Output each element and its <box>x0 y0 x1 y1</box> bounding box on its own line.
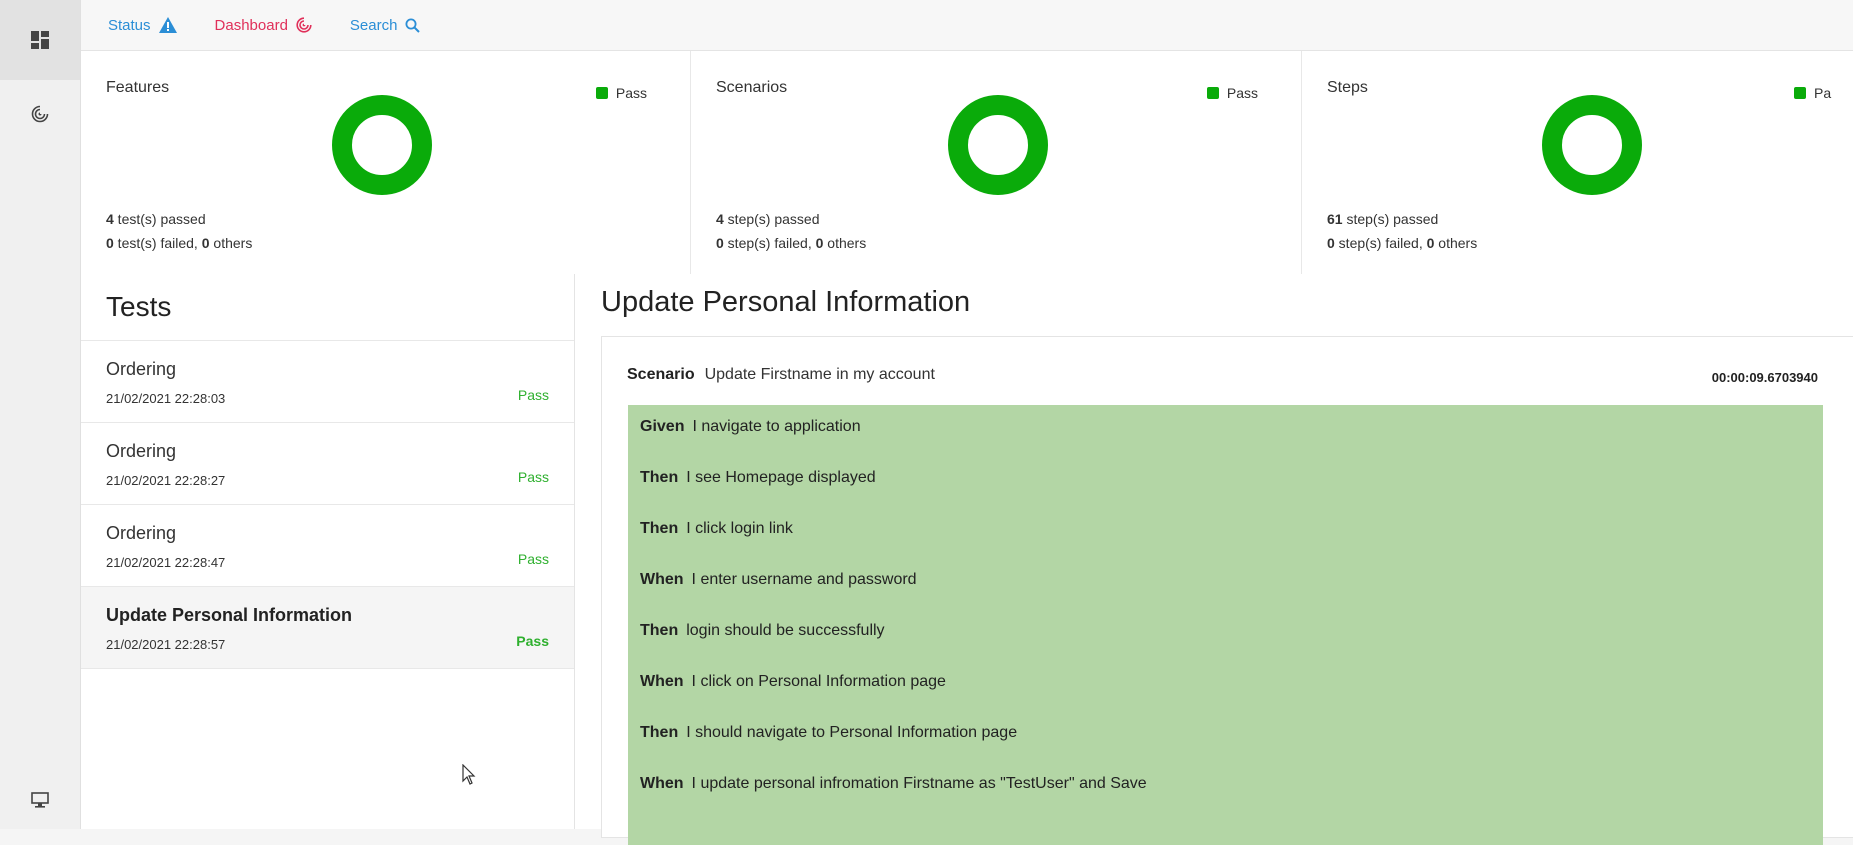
step-text: I enter username and password <box>691 571 917 588</box>
scenarios-donut-chart <box>948 95 1048 195</box>
test-date: 21/02/2021 22:28:47 <box>106 555 226 570</box>
card-legend: Pa <box>1794 85 1831 101</box>
step-text: login should be successfully <box>686 622 885 639</box>
passed-stat: 4 step(s) passed <box>716 211 820 227</box>
dashboard-grid-icon <box>31 31 49 49</box>
legend-label: Pass <box>615 85 647 101</box>
test-list-item[interactable]: Ordering 21/02/2021 22:28:27 Pass <box>81 423 574 505</box>
card-legend: Pass <box>595 85 647 101</box>
sidebar-dashboard-view-button[interactable] <box>0 0 80 80</box>
step-keyword: Then <box>640 724 679 741</box>
scenario-name: Update Firstname in my account <box>704 366 935 383</box>
test-list-item[interactable]: Ordering 21/02/2021 22:28:47 Pass <box>81 505 574 587</box>
mouse-cursor-icon <box>462 764 476 785</box>
tests-panel: Tests Ordering 21/02/2021 22:28:03 Pass … <box>81 274 575 829</box>
failed-stat: 0 step(s) failed, 0 others <box>716 235 867 251</box>
top-navigation: Status Dashboard Search <box>81 0 1853 51</box>
donut-pass-segment <box>948 95 1048 195</box>
step-keyword: Then <box>640 469 679 486</box>
card-legend: Pass <box>1206 85 1258 101</box>
test-date: 21/02/2021 22:28:27 <box>106 473 226 488</box>
test-name: Ordering <box>106 523 177 543</box>
step-row: Then login should be successfully <box>640 622 885 640</box>
step-keyword: Then <box>640 622 679 639</box>
sidebar <box>0 0 81 829</box>
donut-pass-segment <box>332 95 432 195</box>
test-name: Update Personal Information <box>106 605 353 625</box>
legend-swatch <box>1206 87 1219 99</box>
scenario-header: Scenario Update Firstname in my account <box>627 366 935 384</box>
test-date: 21/02/2021 22:28:57 <box>106 637 226 652</box>
steps-card: Steps Pa 61 step(s) passed 0 step(s) fai… <box>1302 51 1853 274</box>
test-status: Pass <box>516 633 549 649</box>
nav-dashboard-label: Dashboard <box>214 16 288 34</box>
summary-cards: Features Pass 4 test(s) passed 0 test(s)… <box>81 51 1853 275</box>
step-text: I should navigate to Personal Informatio… <box>686 724 1018 741</box>
legend-swatch <box>595 87 608 99</box>
scenarios-card: Scenarios Pass 4 step(s) passed 0 step(s… <box>691 51 1302 274</box>
step-text: I update personal infromation Firstname … <box>691 775 1147 792</box>
test-status: Pass <box>517 551 549 567</box>
step-keyword: Given <box>640 418 685 435</box>
test-name: Ordering <box>106 441 177 461</box>
warning-icon <box>158 17 177 33</box>
test-date: 21/02/2021 22:28:03 <box>106 391 226 406</box>
test-name: Ordering <box>106 359 177 379</box>
tests-heading: Tests <box>81 274 574 341</box>
passed-stat: 61 step(s) passed <box>1327 211 1439 227</box>
donut-pass-segment <box>1542 95 1642 195</box>
step-keyword: Then <box>640 520 679 537</box>
nav-status-label: Status <box>108 16 151 34</box>
search-icon <box>405 18 421 33</box>
step-text: I click login link <box>686 520 793 537</box>
step-keyword: When <box>640 571 684 588</box>
step-row: When I update personal infromation Firstn… <box>640 775 1147 793</box>
test-status: Pass <box>517 469 549 485</box>
sidebar-monitor-button[interactable] <box>0 770 80 830</box>
scenario-steps: Given I navigate to application Then I see… <box>628 405 1823 845</box>
scenario-card: Scenario Update Firstname in my account 0… <box>601 336 1853 845</box>
features-card: Features Pass 4 test(s) passed 0 test(s)… <box>81 51 691 274</box>
step-row: Then I see Homepage displayed <box>640 469 876 487</box>
radar-icon <box>296 17 312 33</box>
step-keyword: When <box>640 673 684 690</box>
card-title: Steps <box>1327 79 1368 96</box>
step-row: Then I click login link <box>640 520 793 538</box>
monitor-icon <box>31 792 49 808</box>
step-text: I click on Personal Information page <box>691 673 946 690</box>
test-status: Pass <box>517 387 549 403</box>
step-row: When I click on Personal Information page <box>640 673 946 691</box>
legend-swatch <box>1794 87 1806 99</box>
sidebar-charts-button[interactable] <box>0 74 80 154</box>
test-list-item-selected[interactable]: Update Personal Information 21/02/2021 2… <box>81 587 574 669</box>
nav-search-link[interactable]: Search <box>350 17 421 34</box>
step-keyword: When <box>640 775 684 792</box>
test-detail-title: Update Personal Information <box>601 286 971 318</box>
scenario-duration: 00:00:09.6703940 <box>1711 370 1818 385</box>
passed-stat: 4 test(s) passed <box>106 211 206 227</box>
step-text: I see Homepage displayed <box>686 469 876 486</box>
nav-search-label: Search <box>349 16 398 34</box>
radar-icon <box>31 105 49 123</box>
nav-dashboard-link[interactable]: Dashboard <box>215 17 312 34</box>
step-row: Given I navigate to application <box>640 418 861 436</box>
step-row: Then I should navigate to Personal Inform… <box>640 724 1017 742</box>
step-text: I navigate to application <box>692 418 861 435</box>
features-donut-chart <box>332 95 432 195</box>
test-detail-panel: Update Personal Information Scenario Upda… <box>575 274 1853 845</box>
step-row: When I enter username and password <box>640 571 917 589</box>
failed-stat: 0 test(s) failed, 0 others <box>106 235 253 251</box>
test-list-item[interactable]: Ordering 21/02/2021 22:28:03 Pass <box>81 341 574 423</box>
steps-donut-chart <box>1542 95 1642 195</box>
card-title: Features <box>106 79 170 96</box>
card-title: Scenarios <box>716 79 788 96</box>
legend-label: Pass <box>1226 85 1258 101</box>
legend-label: Pa <box>1814 85 1832 101</box>
nav-status-link[interactable]: Status <box>108 17 177 34</box>
scenario-label: Scenario <box>627 366 695 383</box>
failed-stat: 0 step(s) failed, 0 others <box>1327 235 1478 251</box>
